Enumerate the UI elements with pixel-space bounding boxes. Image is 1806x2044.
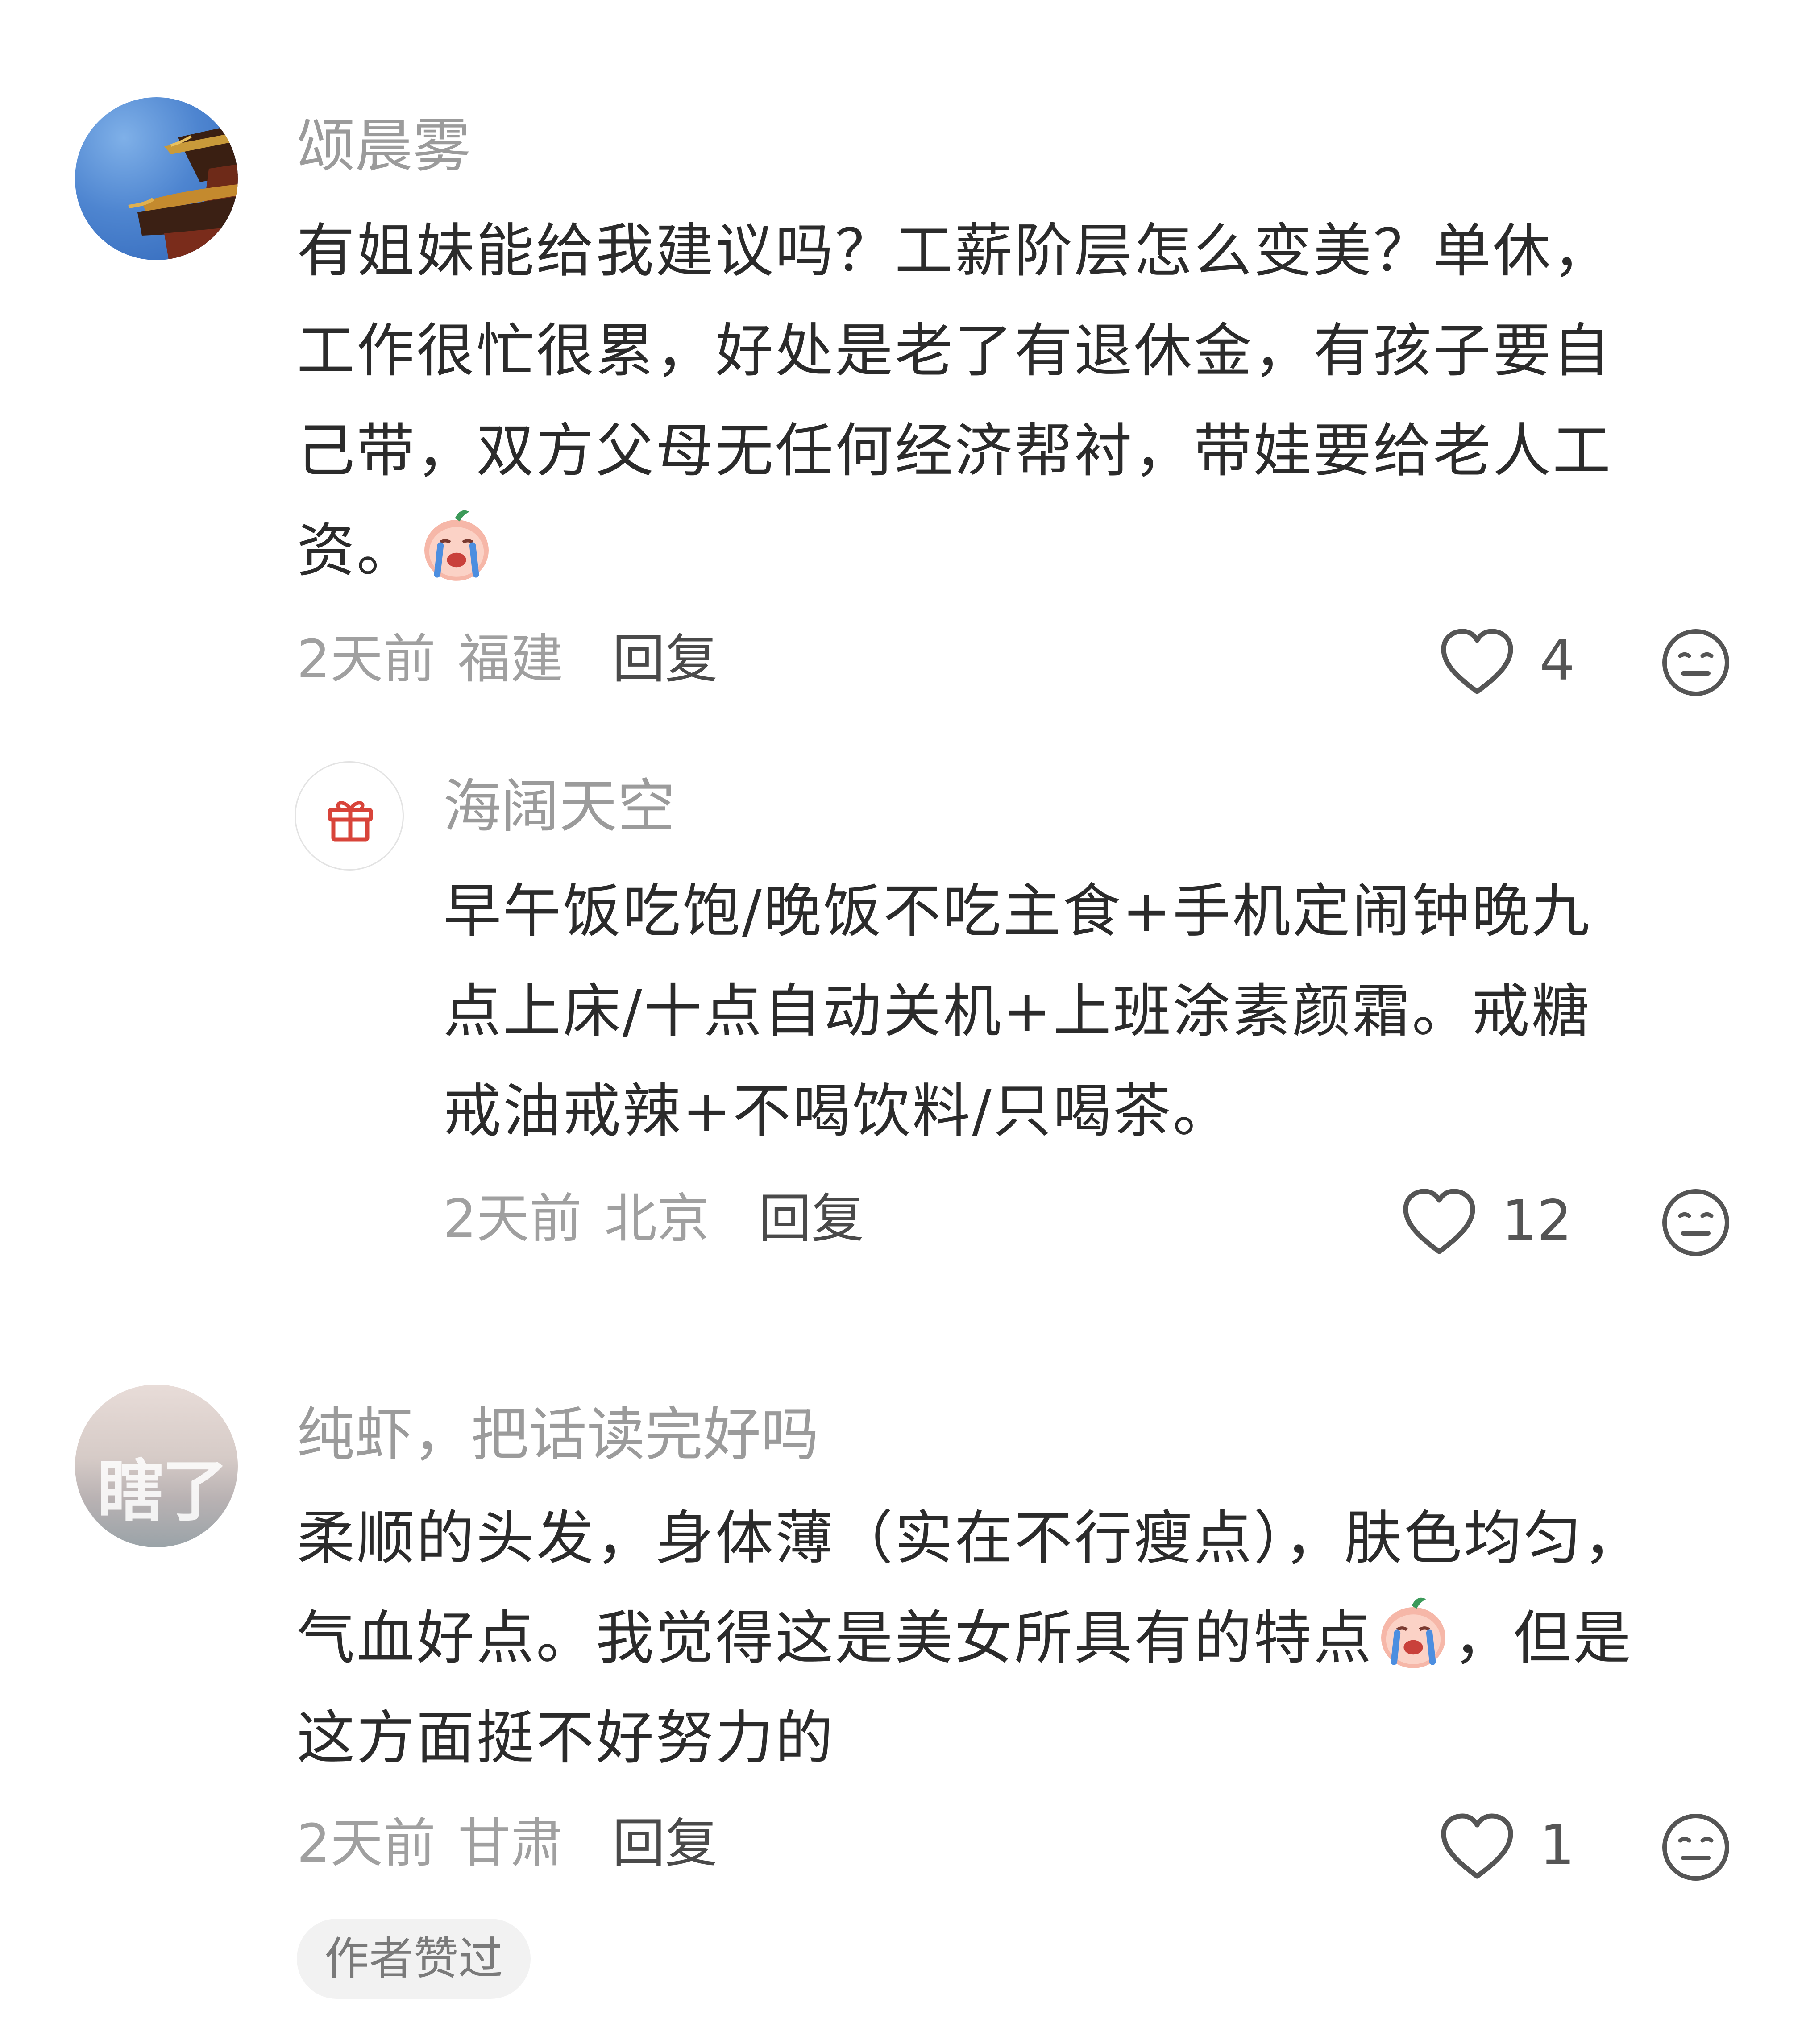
comment-text: 早午饭吃饱/晚饭不吃主食+手机定闹钟晚九 点上床/十点自动关机+上班涂素颜霜。戒…: [443, 861, 1773, 1161]
location: 甘肃: [458, 1812, 564, 1874]
comment-text-line: 气血好点。我觉得这是美女所具有的特点 ，但是: [297, 1588, 1787, 1688]
comment-text-line: 这方面挺不好努力的: [297, 1704, 835, 1772]
like-button[interactable]: 12: [1401, 1187, 1589, 1258]
neutral-face-icon[interactable]: [1660, 1812, 1731, 1883]
username[interactable]: 纯虾，把话读完好吗: [297, 1406, 819, 1464]
reply-button[interactable]: 回复: [612, 1812, 718, 1874]
crying-face-emoji: [1381, 1597, 1446, 1668]
heart-outline-icon: [1441, 1813, 1513, 1879]
comment-text-line: 戒油戒辣+不喝饮料/只喝茶。: [443, 1077, 1233, 1145]
palace-roof-image: [128, 124, 238, 260]
gift-icon: [328, 801, 373, 842]
comment-text-line: 己带，双方父母无任何经济帮衬，带娃要给老人工: [297, 417, 1613, 485]
comment-text: 有姐妹能给我建议吗？工薪阶层怎么变美？单休， 工作很忙很累，好处是老了有退休金，…: [297, 201, 1769, 601]
comment-text-line: 工作很忙很累，好处是老了有退休金，有孩子要自: [297, 317, 1613, 385]
like-count: 1: [1540, 1813, 1575, 1878]
username[interactable]: 颂晨雾: [297, 117, 471, 175]
author-liked-badge: 作者赞过: [297, 1919, 531, 1999]
avatar-text: 瞎了: [97, 1453, 228, 1530]
comment-text-line: 柔顺的头发，身体薄（实在不行瘦点），肤色均匀，: [297, 1504, 1644, 1572]
comment-text-line: 有姐妹能给我建议吗？工薪阶层怎么变美？单休，: [297, 217, 1613, 285]
heart-outline-icon: [1441, 629, 1513, 694]
comment-meta: 2天前 甘肃 回复: [297, 1817, 718, 1870]
avatar[interactable]: [295, 761, 404, 871]
crying-face-emoji: [424, 510, 489, 581]
username[interactable]: 海阔天空: [443, 777, 675, 835]
timestamp: 2天前: [443, 1188, 582, 1249]
location: 福建: [458, 628, 564, 690]
comment-text-line: 早午饭吃饱/晚饭不吃主食+手机定闹钟晚九: [443, 877, 1591, 945]
reply-button[interactable]: 回复: [612, 628, 718, 690]
comment-text-line: 点上床/十点自动关机+上班涂素颜霜。戒糖: [443, 977, 1591, 1045]
heart-outline-icon: [1403, 1189, 1475, 1254]
reply-button[interactable]: 回复: [759, 1188, 864, 1249]
neutral-face-icon[interactable]: [1660, 1187, 1731, 1258]
neutral-face-icon[interactable]: [1660, 627, 1731, 698]
avatar[interactable]: 瞎了: [75, 1385, 238, 1547]
comment-text-line: 资。: [297, 501, 1769, 601]
like-button[interactable]: 1: [1439, 1812, 1582, 1883]
like-count: 4: [1540, 629, 1575, 693]
comment-meta: 2天前 福建 回复: [297, 633, 718, 685]
like-count: 12: [1502, 1189, 1572, 1253]
location: 北京: [604, 1188, 710, 1249]
timestamp: 2天前: [297, 1812, 436, 1874]
timestamp: 2天前: [297, 628, 436, 690]
comment-meta: 2天前 北京 回复: [443, 1192, 864, 1245]
comment-text: 柔顺的头发，身体薄（实在不行瘦点），肤色均匀， 气血好点。我觉得这是美女所具有的…: [297, 1488, 1787, 1788]
like-button[interactable]: 4: [1439, 627, 1582, 698]
avatar[interactable]: [75, 97, 238, 260]
